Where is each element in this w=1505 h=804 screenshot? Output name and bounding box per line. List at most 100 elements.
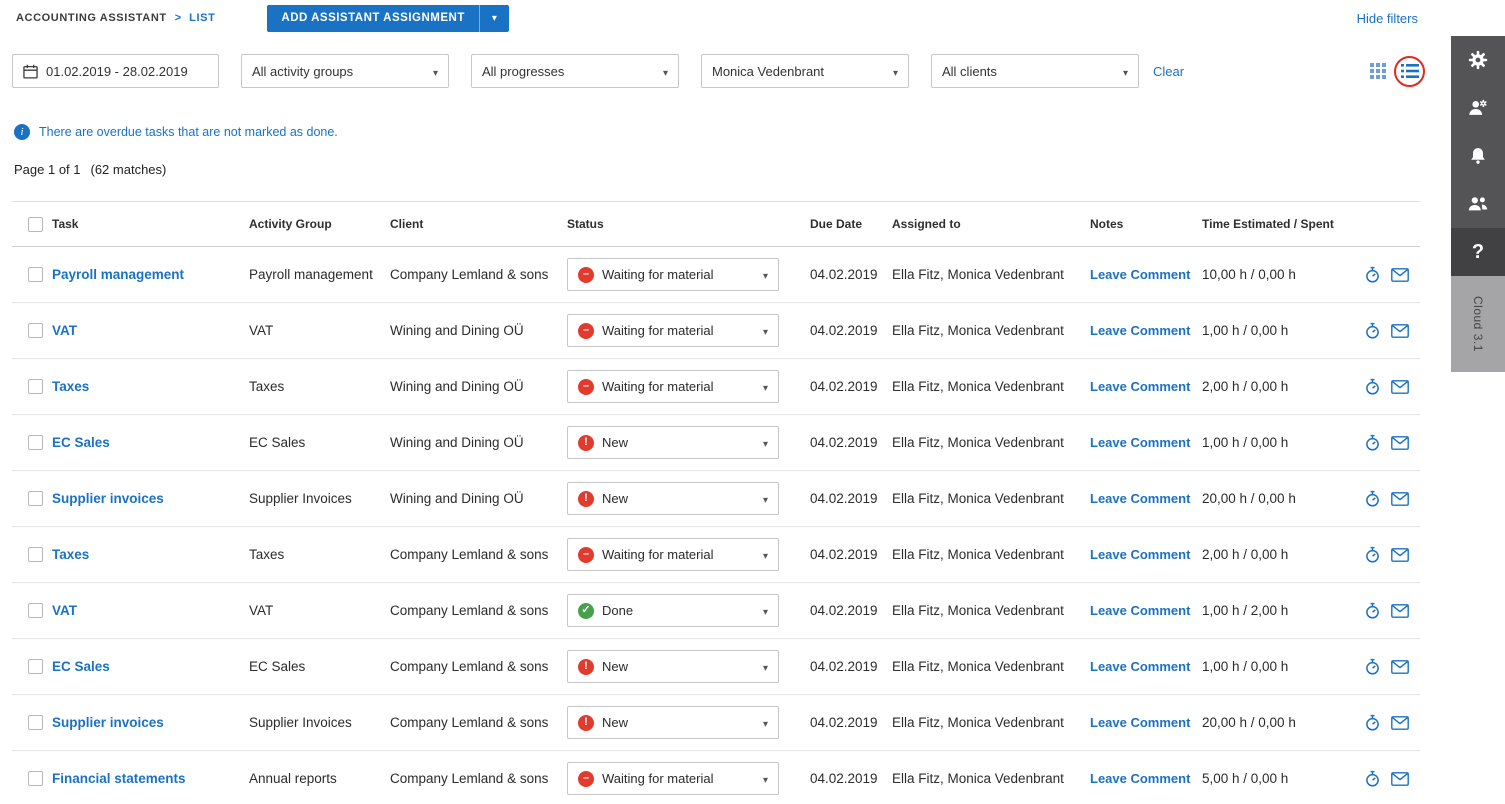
table-row: Payroll management Payroll management Co…: [12, 247, 1420, 303]
matches-count: (62 matches): [91, 162, 167, 177]
row-checkbox[interactable]: [28, 323, 43, 338]
status-select[interactable]: – Waiting for material: [567, 314, 779, 347]
status-select[interactable]: ! New: [567, 650, 779, 683]
breadcrumb-current[interactable]: LIST: [189, 12, 215, 24]
timer-icon[interactable]: [1364, 714, 1381, 732]
task-link[interactable]: EC Sales: [52, 435, 110, 450]
leave-comment-link[interactable]: Leave Comment: [1090, 547, 1190, 562]
assigned-to-cell: Ella Fitz, Monica Vedenbrant: [892, 715, 1090, 730]
user-gear-icon: [1467, 97, 1489, 119]
add-button-label: ADD ASSISTANT ASSIGNMENT: [267, 12, 478, 24]
email-icon[interactable]: [1391, 436, 1409, 450]
status-select[interactable]: ✓ Done: [567, 594, 779, 627]
date-range-input[interactable]: 01.02.2019 - 28.02.2019: [12, 54, 219, 88]
assigned-to-cell: Ella Fitz, Monica Vedenbrant: [892, 547, 1090, 562]
leave-comment-link[interactable]: Leave Comment: [1090, 379, 1190, 394]
progresses-select[interactable]: All progresses: [471, 54, 679, 88]
email-icon[interactable]: [1391, 268, 1409, 282]
activity-group-cell: Supplier Invoices: [249, 491, 390, 506]
notifications-button[interactable]: [1451, 132, 1505, 180]
client-cell: Company Lemland & sons: [390, 659, 567, 674]
timer-icon[interactable]: [1364, 378, 1381, 396]
status-label: New: [602, 715, 755, 730]
timer-icon[interactable]: [1364, 490, 1381, 508]
row-checkbox[interactable]: [28, 771, 43, 786]
breadcrumb-separator: >: [175, 12, 181, 24]
email-icon[interactable]: [1391, 324, 1409, 338]
timer-icon[interactable]: [1364, 434, 1381, 452]
leave-comment-link[interactable]: Leave Comment: [1090, 491, 1190, 506]
grid-view-button[interactable]: [1370, 63, 1386, 79]
task-link[interactable]: VAT: [52, 323, 77, 338]
help-button[interactable]: [1451, 228, 1505, 276]
leave-comment-link[interactable]: Leave Comment: [1090, 771, 1190, 786]
table-row: Taxes Taxes Wining and Dining OÜ – Waiti…: [12, 359, 1420, 415]
notice-text: There are overdue tasks that are not mar…: [39, 125, 338, 139]
list-view-button[interactable]: [1401, 64, 1419, 78]
row-checkbox[interactable]: [28, 491, 43, 506]
task-link[interactable]: Financial statements: [52, 771, 186, 786]
task-link[interactable]: Taxes: [52, 547, 89, 562]
email-icon[interactable]: [1391, 716, 1409, 730]
timer-icon[interactable]: [1364, 546, 1381, 564]
leave-comment-link[interactable]: Leave Comment: [1090, 267, 1190, 282]
email-icon[interactable]: [1391, 660, 1409, 674]
task-link[interactable]: Payroll management: [52, 267, 184, 282]
row-checkbox[interactable]: [28, 715, 43, 730]
task-link[interactable]: EC Sales: [52, 659, 110, 674]
right-sidebar: Cloud 3.1: [1451, 36, 1505, 372]
email-icon[interactable]: [1391, 548, 1409, 562]
leave-comment-link[interactable]: Leave Comment: [1090, 715, 1190, 730]
status-select[interactable]: – Waiting for material: [567, 762, 779, 795]
leave-comment-link[interactable]: Leave Comment: [1090, 323, 1190, 338]
version-tab: Cloud 3.1: [1451, 276, 1505, 372]
settings-button[interactable]: [1451, 36, 1505, 84]
clients-button[interactable]: [1451, 180, 1505, 228]
email-icon[interactable]: [1391, 380, 1409, 394]
status-label: Waiting for material: [602, 323, 755, 338]
task-link[interactable]: VAT: [52, 603, 77, 618]
assignee-select[interactable]: Monica Vedenbrant: [701, 54, 909, 88]
email-icon[interactable]: [1391, 492, 1409, 506]
assigned-to-cell: Ella Fitz, Monica Vedenbrant: [892, 771, 1090, 786]
status-select[interactable]: – Waiting for material: [567, 538, 779, 571]
email-icon[interactable]: [1391, 772, 1409, 786]
breadcrumb-root[interactable]: ACCOUNTING ASSISTANT: [16, 12, 167, 24]
activity-groups-select[interactable]: All activity groups: [241, 54, 449, 88]
task-link[interactable]: Supplier invoices: [52, 715, 164, 730]
hide-filters-link[interactable]: Hide filters: [1357, 11, 1418, 26]
row-checkbox[interactable]: [28, 379, 43, 394]
timer-icon[interactable]: [1364, 266, 1381, 284]
activity-group-cell: Taxes: [249, 547, 390, 562]
timer-icon[interactable]: [1364, 602, 1381, 620]
status-select[interactable]: – Waiting for material: [567, 258, 779, 291]
select-all-checkbox[interactable]: [28, 217, 43, 232]
task-link[interactable]: Taxes: [52, 379, 89, 394]
row-checkbox[interactable]: [28, 659, 43, 674]
status-select[interactable]: – Waiting for material: [567, 370, 779, 403]
pagination: Page 1 of 1 (62 matches): [14, 162, 1493, 177]
add-assistant-assignment-button[interactable]: ADD ASSISTANT ASSIGNMENT: [267, 5, 508, 32]
row-checkbox[interactable]: [28, 547, 43, 562]
leave-comment-link[interactable]: Leave Comment: [1090, 659, 1190, 674]
clients-select[interactable]: All clients: [931, 54, 1139, 88]
timer-icon[interactable]: [1364, 658, 1381, 676]
timer-icon[interactable]: [1364, 770, 1381, 788]
chevron-down-icon: [763, 546, 768, 564]
leave-comment-link[interactable]: Leave Comment: [1090, 603, 1190, 618]
task-link[interactable]: Supplier invoices: [52, 491, 164, 506]
status-select[interactable]: ! New: [567, 426, 779, 459]
user-settings-button[interactable]: [1451, 84, 1505, 132]
status-select[interactable]: ! New: [567, 482, 779, 515]
row-checkbox[interactable]: [28, 435, 43, 450]
status-select[interactable]: ! New: [567, 706, 779, 739]
add-button-dropdown-caret[interactable]: [479, 5, 509, 32]
email-icon[interactable]: [1391, 604, 1409, 618]
leave-comment-link[interactable]: Leave Comment: [1090, 435, 1190, 450]
assigned-to-cell: Ella Fitz, Monica Vedenbrant: [892, 491, 1090, 506]
activity-group-cell: Annual reports: [249, 771, 390, 786]
timer-icon[interactable]: [1364, 322, 1381, 340]
clear-filters-link[interactable]: Clear: [1153, 64, 1184, 79]
row-checkbox[interactable]: [28, 603, 43, 618]
row-checkbox[interactable]: [28, 267, 43, 282]
